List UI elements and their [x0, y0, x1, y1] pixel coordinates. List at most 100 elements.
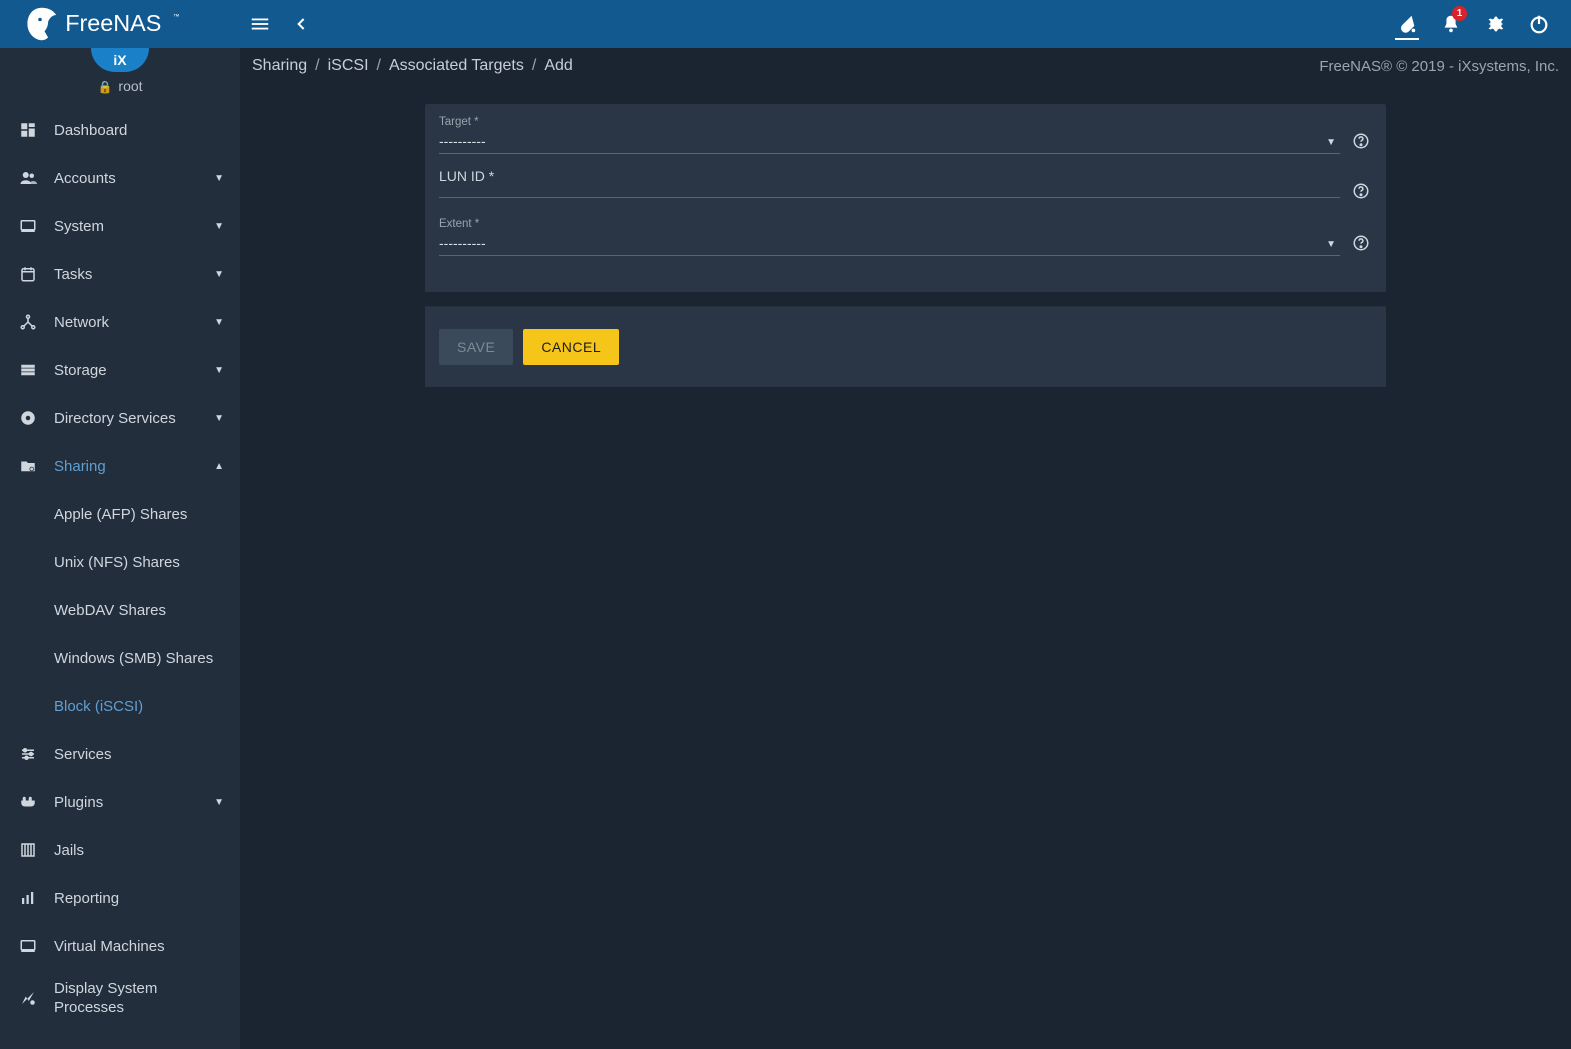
settings-button[interactable] [1473, 2, 1517, 46]
back-button[interactable] [282, 4, 322, 44]
sidebar-item-label: Accounts [44, 170, 214, 187]
sidebar-avatar: iX [0, 48, 240, 72]
system-icon [12, 217, 44, 235]
sidebar-item-reporting[interactable]: Reporting [0, 874, 240, 922]
sidebar-sub-label: Windows (SMB) Shares [54, 650, 213, 667]
sidebar-item-jails[interactable]: Jails [0, 826, 240, 874]
notification-badge: 1 [1452, 6, 1467, 21]
sidebar-sub-label: Unix (NFS) Shares [54, 554, 180, 571]
lock-icon: 🔒 [97, 80, 112, 94]
services-icon [12, 745, 44, 763]
tasks-icon [12, 265, 44, 283]
svg-text:FreeNAS: FreeNAS [65, 10, 161, 36]
copyright-text: FreeNAS® © 2019 - iXsystems, Inc. [1319, 58, 1559, 75]
chevron-down-icon: ▼ [214, 413, 224, 424]
extent-label: Extent * [439, 218, 1340, 232]
sidebar-item-directory-services[interactable]: Directory Services ▼ [0, 394, 240, 442]
lun-help-icon[interactable] [1350, 180, 1372, 202]
sidebar-item-dashboard[interactable]: Dashboard [0, 106, 240, 154]
sidebar-item-system[interactable]: System ▼ [0, 202, 240, 250]
sidebar-item-label: Network [44, 314, 214, 331]
sidebar-sub-label: Apple (AFP) Shares [54, 506, 187, 523]
form-card: Target * ---------- ▼ LUN ID * [425, 104, 1386, 387]
sidebar-item-plugins[interactable]: Plugins ▼ [0, 778, 240, 826]
sidebar-item-label: System [44, 218, 214, 235]
main-content: Sharing / iSCSI / Associated Targets / A… [240, 48, 1571, 1049]
username: root [118, 78, 142, 94]
processes-icon [12, 989, 44, 1007]
extent-help-icon[interactable] [1350, 232, 1372, 254]
sidebar-sub-webdav[interactable]: WebDAV Shares [0, 586, 240, 634]
sidebar-item-accounts[interactable]: Accounts ▼ [0, 154, 240, 202]
network-icon [12, 313, 44, 331]
reporting-icon [12, 889, 44, 907]
sidebar-item-vms[interactable]: Virtual Machines [0, 922, 240, 970]
menu-toggle-button[interactable] [240, 4, 280, 44]
chevron-down-icon: ▼ [214, 317, 224, 328]
power-button[interactable] [1517, 2, 1561, 46]
svg-text:™: ™ [173, 14, 179, 21]
breadcrumb-sep: / [369, 57, 389, 75]
vm-icon [12, 937, 44, 955]
sidebar-sub-label: WebDAV Shares [54, 602, 166, 619]
sidebar-item-label: Jails [44, 842, 224, 859]
cancel-button[interactable]: CANCEL [523, 329, 619, 365]
sidebar-item-sharing[interactable]: Sharing ▲ [0, 442, 240, 490]
sidebar-sub-nfs[interactable]: Unix (NFS) Shares [0, 538, 240, 586]
target-field[interactable]: Target * ---------- ▼ [439, 116, 1340, 154]
brand-logo[interactable]: FreeNAS ™ [0, 0, 240, 48]
sidebar-item-label: Storage [44, 362, 214, 379]
chevron-down-icon: ▼ [214, 269, 224, 280]
breadcrumb-add: Add [544, 57, 572, 75]
sidebar-item-network[interactable]: Network ▼ [0, 298, 240, 346]
sidebar-item-processes[interactable]: Display System Processes [0, 970, 240, 1026]
chevron-down-icon: ▼ [214, 365, 224, 376]
chevron-down-icon: ▼ [214, 221, 224, 232]
sidebar-user[interactable]: 🔒 root [0, 72, 240, 106]
plugins-icon [12, 793, 44, 811]
storage-icon [12, 361, 44, 379]
theme-button[interactable] [1385, 2, 1429, 46]
target-label: Target * [439, 116, 1340, 130]
topbar: FreeNAS ™ 1 [0, 0, 1571, 48]
chevron-down-icon: ▼ [214, 173, 224, 184]
sidebar: iX 🔒 root Dashboard Accounts ▼ System ▼ T… [0, 48, 240, 1049]
sidebar-item-label: Display System Processes [44, 979, 224, 1018]
sidebar-item-storage[interactable]: Storage ▼ [0, 346, 240, 394]
form-actions: SAVE CANCEL [425, 306, 1386, 387]
sharing-icon [12, 457, 44, 475]
jails-icon [12, 841, 44, 859]
dashboard-icon [12, 121, 44, 139]
extent-value[interactable]: ---------- [439, 232, 1340, 256]
lun-field[interactable]: LUN ID * [439, 168, 1340, 204]
sidebar-sub-label: Block (iSCSI) [54, 698, 143, 715]
chevron-up-icon: ▲ [214, 461, 224, 472]
breadcrumb-associated-targets[interactable]: Associated Targets [389, 57, 524, 75]
lun-label: LUN ID * [439, 168, 1340, 186]
sidebar-item-tasks[interactable]: Tasks ▼ [0, 250, 240, 298]
target-help-icon[interactable] [1350, 130, 1372, 152]
lun-input[interactable] [439, 194, 1340, 198]
breadcrumb-sep: / [524, 57, 544, 75]
sidebar-sub-iscsi[interactable]: Block (iSCSI) [0, 682, 240, 730]
breadcrumb: Sharing / iSCSI / Associated Targets / A… [240, 48, 1571, 84]
save-button[interactable]: SAVE [439, 329, 513, 365]
target-value[interactable]: ---------- [439, 130, 1340, 154]
sidebar-item-label: Sharing [44, 458, 214, 475]
sidebar-item-services[interactable]: Services [0, 730, 240, 778]
accounts-icon [12, 169, 44, 187]
sidebar-item-label: Tasks [44, 266, 214, 283]
sidebar-sub-smb[interactable]: Windows (SMB) Shares [0, 634, 240, 682]
sidebar-item-label: Virtual Machines [44, 938, 224, 955]
sidebar-sub-afp[interactable]: Apple (AFP) Shares [0, 490, 240, 538]
breadcrumb-iscsi[interactable]: iSCSI [328, 57, 369, 75]
breadcrumb-sep: / [307, 57, 327, 75]
notifications-button[interactable]: 1 [1429, 2, 1473, 46]
sidebar-item-label: Dashboard [44, 122, 224, 139]
sidebar-item-label: Plugins [44, 794, 214, 811]
directory-icon [12, 409, 44, 427]
sidebar-item-label: Directory Services [44, 410, 214, 427]
breadcrumb-sharing[interactable]: Sharing [252, 57, 307, 75]
extent-field[interactable]: Extent * ---------- ▼ [439, 218, 1340, 256]
chevron-down-icon: ▼ [214, 797, 224, 808]
